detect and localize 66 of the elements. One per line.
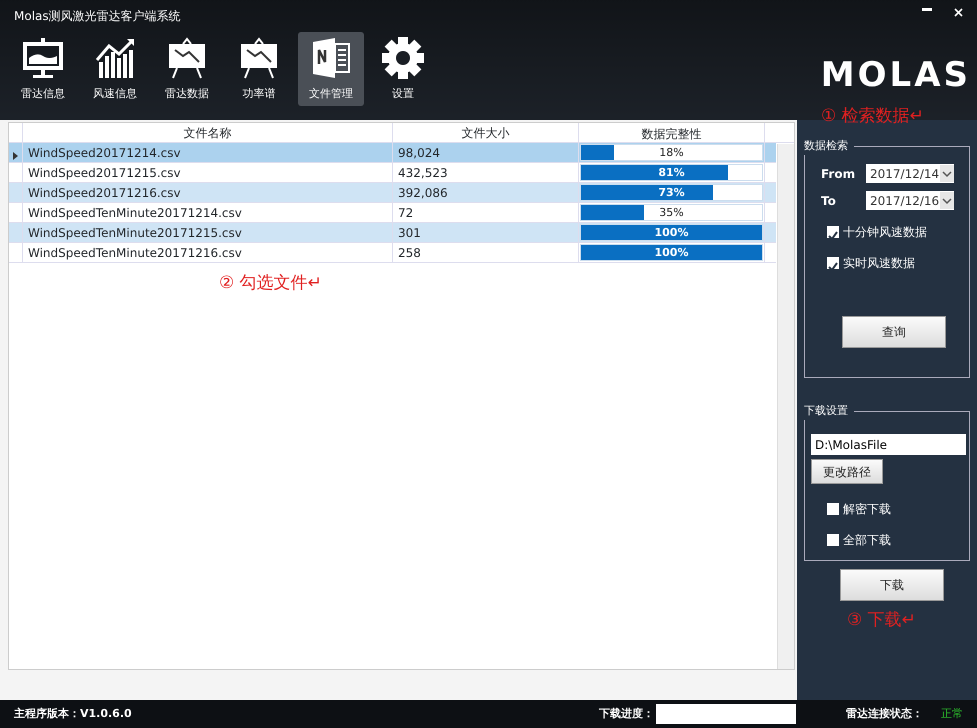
caret-icon bbox=[940, 192, 954, 209]
path-field[interactable]: D:\MolasFile bbox=[811, 434, 966, 455]
date-dropdown[interactable]: 2017/12/16 bbox=[866, 191, 954, 210]
date-label: To bbox=[821, 192, 837, 210]
radar-status: 正常 bbox=[941, 706, 963, 722]
file-size: 392,086 bbox=[393, 183, 579, 202]
file-name: WindSpeed20171215.csv bbox=[23, 163, 393, 182]
date-dropdown[interactable]: 2017/12/14 bbox=[866, 164, 954, 183]
minimize-icon[interactable] bbox=[922, 8, 932, 12]
file-name: WindSpeedTenMinute20171214.csv bbox=[23, 203, 393, 222]
caret-icon bbox=[940, 165, 954, 182]
group-title: 下载设置 bbox=[804, 403, 854, 420]
file-name: WindSpeedTenMinute20171215.csv bbox=[23, 223, 393, 242]
progress-reading: 18% bbox=[658, 145, 685, 161]
date-label: From bbox=[821, 166, 856, 182]
progress-reading: 73% bbox=[657, 185, 686, 201]
scrollbar[interactable] bbox=[777, 144, 794, 669]
toolbar-button[interactable]: 风速信息 bbox=[82, 32, 148, 106]
file-size: 432,523 bbox=[393, 163, 579, 182]
table-row[interactable]: WindSpeedTenMinute20171214.csv 72 35% bbox=[9, 203, 776, 223]
chart-icon bbox=[93, 36, 137, 80]
table-row[interactable]: WindSpeed20171216.csv 392,086 73% bbox=[9, 183, 776, 203]
checkbox[interactable] bbox=[827, 503, 839, 515]
query-button[interactable]: 查询 bbox=[842, 316, 946, 348]
file-name: WindSpeed20171216.csv bbox=[23, 183, 393, 202]
annotation: ① 检索数据↵ bbox=[821, 105, 924, 128]
progress-reading: 100% bbox=[654, 225, 690, 241]
change-path-button[interactable]: 更改路径 bbox=[811, 459, 883, 484]
progress-reading: 35% bbox=[658, 205, 685, 221]
toolbar-button[interactable]: 功率谱 bbox=[226, 32, 292, 106]
toolbar-button[interactable]: 雷达信息 bbox=[10, 32, 76, 106]
progress-label: 下载进度： bbox=[599, 706, 654, 722]
file-name: WindSpeed20171214.csv bbox=[23, 143, 393, 162]
file-name: WindSpeedTenMinute20171216.csv bbox=[23, 243, 393, 262]
file-size: 98,024 bbox=[393, 143, 579, 162]
toolbar-button[interactable]: 雷达数据 bbox=[154, 32, 220, 106]
checkbox-label: 全部下载 bbox=[843, 532, 891, 549]
progress-reading: 100% bbox=[654, 245, 690, 261]
settings-icon bbox=[381, 36, 425, 80]
annotation: ② 勾选文件↵ bbox=[219, 272, 322, 295]
checkbox[interactable] bbox=[827, 257, 839, 269]
radar-status-label: 雷达连接状态： bbox=[846, 706, 923, 722]
progress-reading: 81% bbox=[657, 165, 686, 181]
window-title: Molas测风激光雷达客户端系统 bbox=[14, 8, 181, 25]
table-row[interactable]: WindSpeedTenMinute20171215.csv 301 100% bbox=[9, 223, 776, 243]
checkbox-label: 解密下载 bbox=[843, 501, 891, 518]
checkbox-label: 实时风速数据 bbox=[843, 255, 915, 272]
file-size: 72 bbox=[393, 203, 579, 222]
logo: MOLAS bbox=[820, 54, 971, 97]
file-size: 301 bbox=[393, 223, 579, 242]
row-pointer-icon bbox=[13, 152, 18, 160]
annotation: ③ 下载↵ bbox=[847, 609, 916, 632]
version-label: 主程序版本：V1.0.6.0 bbox=[14, 706, 132, 722]
toolbar-button[interactable]: 文件管理 bbox=[298, 32, 364, 106]
download-button[interactable]: 下载 bbox=[840, 569, 944, 601]
table-row[interactable]: WindSpeedTenMinute20171216.csv 258 100% bbox=[9, 243, 776, 263]
checkbox[interactable] bbox=[827, 534, 839, 546]
checkbox-label: 十分钟风速数据 bbox=[843, 224, 927, 241]
group-title: 数据检索 bbox=[804, 138, 854, 154]
toolbar-button[interactable]: 设置 bbox=[370, 32, 436, 106]
checkbox[interactable] bbox=[827, 226, 839, 238]
close-icon[interactable] bbox=[954, 8, 963, 17]
file-size: 258 bbox=[393, 243, 579, 262]
table-row[interactable]: WindSpeed20171215.csv 432,523 81% bbox=[9, 163, 776, 183]
monitor-icon bbox=[21, 36, 65, 80]
table-row[interactable]: WindSpeed20171214.csv 98,024 18% bbox=[9, 143, 776, 163]
